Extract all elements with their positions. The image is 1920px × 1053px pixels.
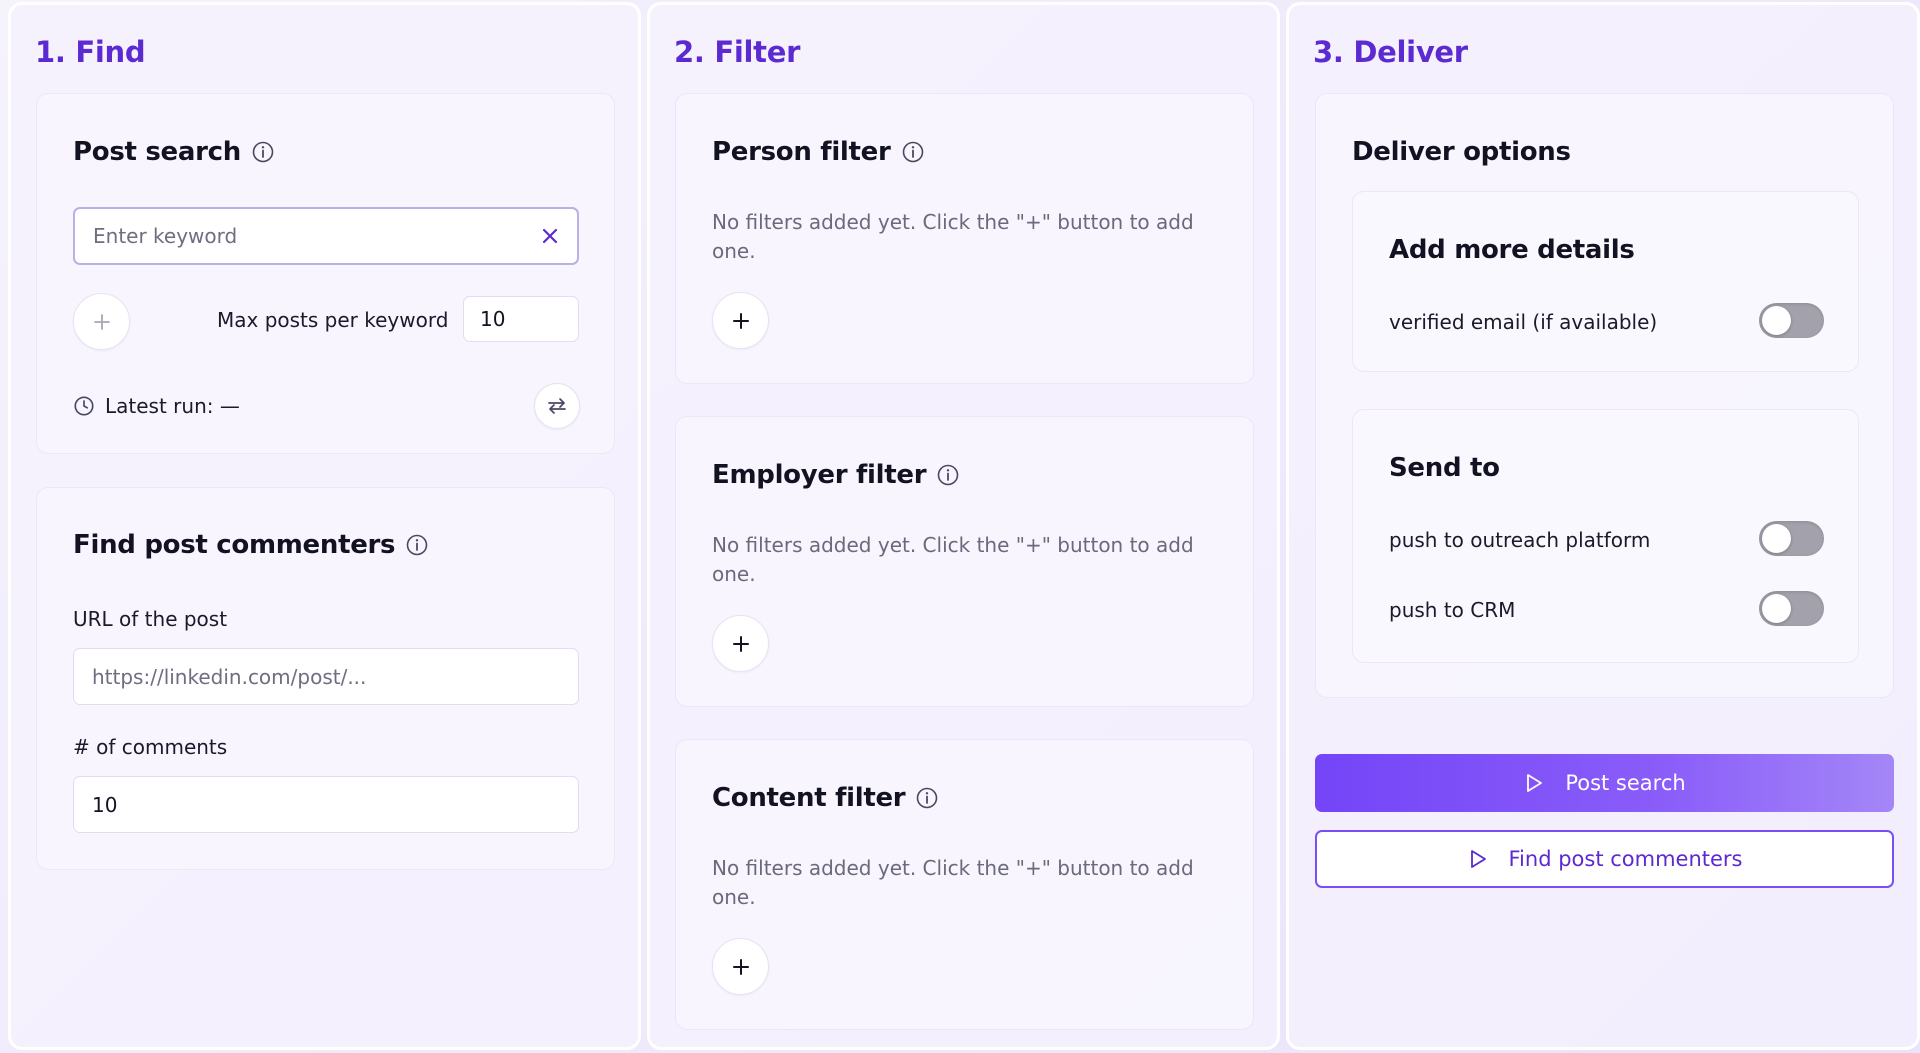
post-search-heading: Post search [73, 137, 275, 167]
deliver-options-title: Deliver options [1352, 137, 1571, 167]
info-icon[interactable] [901, 140, 925, 164]
plus-icon [732, 635, 749, 652]
send-to-card: Send to push to outreach platform push t… [1352, 409, 1859, 663]
keyword-input[interactable] [73, 207, 579, 265]
toggle-knob [1762, 306, 1791, 335]
employer-filter-card: Employer filter No filters added yet. Cl… [675, 416, 1254, 707]
deliver-options-card: Deliver options Add more details verifie… [1315, 93, 1894, 698]
plus-icon [732, 958, 749, 975]
run-find-commenters-label: Find post commenters [1508, 847, 1743, 871]
info-icon[interactable] [405, 533, 429, 557]
add-details-title: Add more details [1389, 235, 1635, 265]
filter-column: 2. Filter Person filter No filters added… [647, 2, 1280, 1050]
employer-filter-empty-text: No filters added yet. Click the "+" butt… [712, 533, 1194, 586]
employer-filter-title: Employer filter [712, 460, 927, 490]
comments-count-input[interactable] [73, 776, 579, 833]
content-filter-heading: Content filter [712, 783, 939, 813]
plus-icon [732, 312, 749, 329]
crm-toggle[interactable] [1759, 591, 1824, 626]
content-filter-empty-text: No filters added yet. Click the "+" butt… [712, 856, 1194, 909]
post-search-card: Post search Max posts per keyword Latest… [36, 93, 615, 454]
deliver-column: 3. Deliver Deliver options Add more deta… [1286, 2, 1920, 1050]
person-filter-empty-text: No filters added yet. Click the "+" butt… [712, 210, 1194, 263]
max-posts-input[interactable] [463, 296, 579, 342]
run-post-search-label: Post search [1565, 771, 1686, 795]
run-post-search-button[interactable]: Post search [1315, 754, 1894, 812]
verified-email-toggle[interactable] [1759, 303, 1824, 338]
play-icon [1470, 850, 1486, 868]
latest-run-label: Latest run: — [105, 394, 240, 418]
person-filter-title: Person filter [712, 137, 891, 167]
deliver-column-title: 3. Deliver [1313, 35, 1468, 69]
run-find-commenters-button[interactable]: Find post commenters [1315, 830, 1894, 888]
post-url-input[interactable] [73, 648, 579, 705]
play-icon [1527, 774, 1543, 792]
find-column: 1. Find Post search Max posts per keywor… [8, 2, 641, 1050]
refresh-button[interactable] [534, 383, 580, 429]
commenters-card: Find post commenters URL of the post # o… [36, 487, 615, 870]
max-posts-label: Max posts per keyword [217, 308, 449, 332]
comments-count-label: # of comments [73, 735, 228, 759]
content-filter-card: Content filter No filters added yet. Cli… [675, 739, 1254, 1030]
add-keyword-button[interactable] [73, 293, 130, 350]
find-column-title: 1. Find [35, 35, 146, 69]
content-filter-title: Content filter [712, 783, 906, 813]
outreach-toggle[interactable] [1759, 521, 1824, 556]
info-icon[interactable] [251, 140, 275, 164]
person-filter-card: Person filter No filters added yet. Clic… [675, 93, 1254, 384]
crm-label: push to CRM [1389, 598, 1516, 622]
employer-filter-heading: Employer filter [712, 460, 960, 490]
toggle-knob [1762, 594, 1791, 623]
clear-icon[interactable] [538, 224, 562, 248]
add-employer-filter-button[interactable] [712, 615, 769, 672]
person-filter-heading: Person filter [712, 137, 925, 167]
filter-column-title: 2. Filter [674, 35, 801, 69]
info-icon[interactable] [936, 463, 960, 487]
commenters-title: Find post commenters [73, 530, 396, 560]
add-details-card: Add more details verified email (if avai… [1352, 191, 1859, 372]
send-to-title: Send to [1389, 453, 1500, 483]
plus-icon [93, 313, 110, 330]
info-icon[interactable] [915, 786, 939, 810]
commenters-heading: Find post commenters [73, 530, 429, 560]
add-content-filter-button[interactable] [712, 938, 769, 995]
verified-email-label: verified email (if available) [1389, 310, 1658, 334]
workflow-columns: 1. Find Post search Max posts per keywor… [0, 0, 1920, 1053]
url-label: URL of the post [73, 607, 228, 631]
outreach-label: push to outreach platform [1389, 528, 1651, 552]
refresh-icon [548, 398, 566, 414]
toggle-knob [1762, 524, 1791, 553]
add-person-filter-button[interactable] [712, 292, 769, 349]
clock-icon [74, 396, 94, 416]
post-search-title: Post search [73, 137, 241, 167]
